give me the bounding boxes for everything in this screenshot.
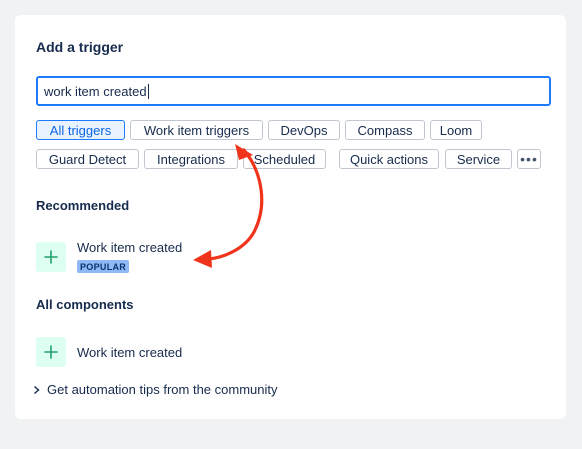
plus-icon [44, 250, 58, 264]
filter-chip-integrations[interactable]: Integrations [144, 149, 238, 169]
filter-chip-label: DevOps [280, 122, 328, 138]
chevron-right-icon [34, 385, 40, 394]
popular-badge: POPULAR [77, 260, 130, 273]
all-components-heading: All components [36, 297, 134, 312]
filter-chip-all-triggers[interactable]: All triggers [36, 120, 125, 140]
add-trigger-panel: Add a trigger work item created All trig… [15, 15, 566, 419]
filter-chip-label: Integrations [157, 151, 225, 167]
filter-chip-devops[interactable]: DevOps [268, 120, 340, 140]
add-component-button[interactable] [36, 337, 66, 367]
filter-chip-scheduled[interactable]: Scheduled [243, 149, 326, 169]
add-trigger-button[interactable] [36, 242, 66, 272]
filter-chip-label: Service [456, 151, 501, 167]
search-input[interactable]: work item created [36, 76, 551, 106]
plus-icon [44, 345, 58, 359]
filter-chip-loom[interactable]: Loom [430, 120, 482, 140]
filter-chip-work-item-triggers[interactable]: Work item triggers [130, 120, 263, 140]
filter-chip-label: All triggers [49, 122, 112, 138]
filter-chip-label: Quick actions [349, 151, 429, 167]
recommended-heading: Recommended [36, 198, 130, 213]
more-filters-button[interactable]: ••• [517, 149, 541, 169]
more-icon: ••• [520, 151, 538, 167]
panel-title: Add a trigger [36, 39, 124, 55]
automation-tips-link[interactable]: Get automation tips from the community [32, 382, 277, 397]
text-caret [147, 83, 149, 99]
filter-chip-service[interactable]: Service [445, 149, 512, 169]
search-input-value: work item created [44, 83, 147, 99]
component-item-label[interactable]: Work item created [77, 345, 182, 360]
filter-chip-guard-detect[interactable]: Guard Detect [36, 149, 139, 169]
recommended-item-label[interactable]: Work item created [77, 240, 182, 255]
filter-chip-label: Compass [357, 122, 413, 138]
filter-chip-label: Loom [439, 122, 473, 138]
filter-chip-label: Scheduled [253, 151, 316, 167]
filter-chip-label: Guard Detect [48, 151, 127, 167]
filter-chip-quick-actions[interactable]: Quick actions [339, 149, 439, 169]
filter-chip-compass[interactable]: Compass [345, 120, 425, 140]
filter-chip-label: Work item triggers [143, 122, 250, 138]
automation-tips-label: Get automation tips from the community [47, 382, 278, 397]
